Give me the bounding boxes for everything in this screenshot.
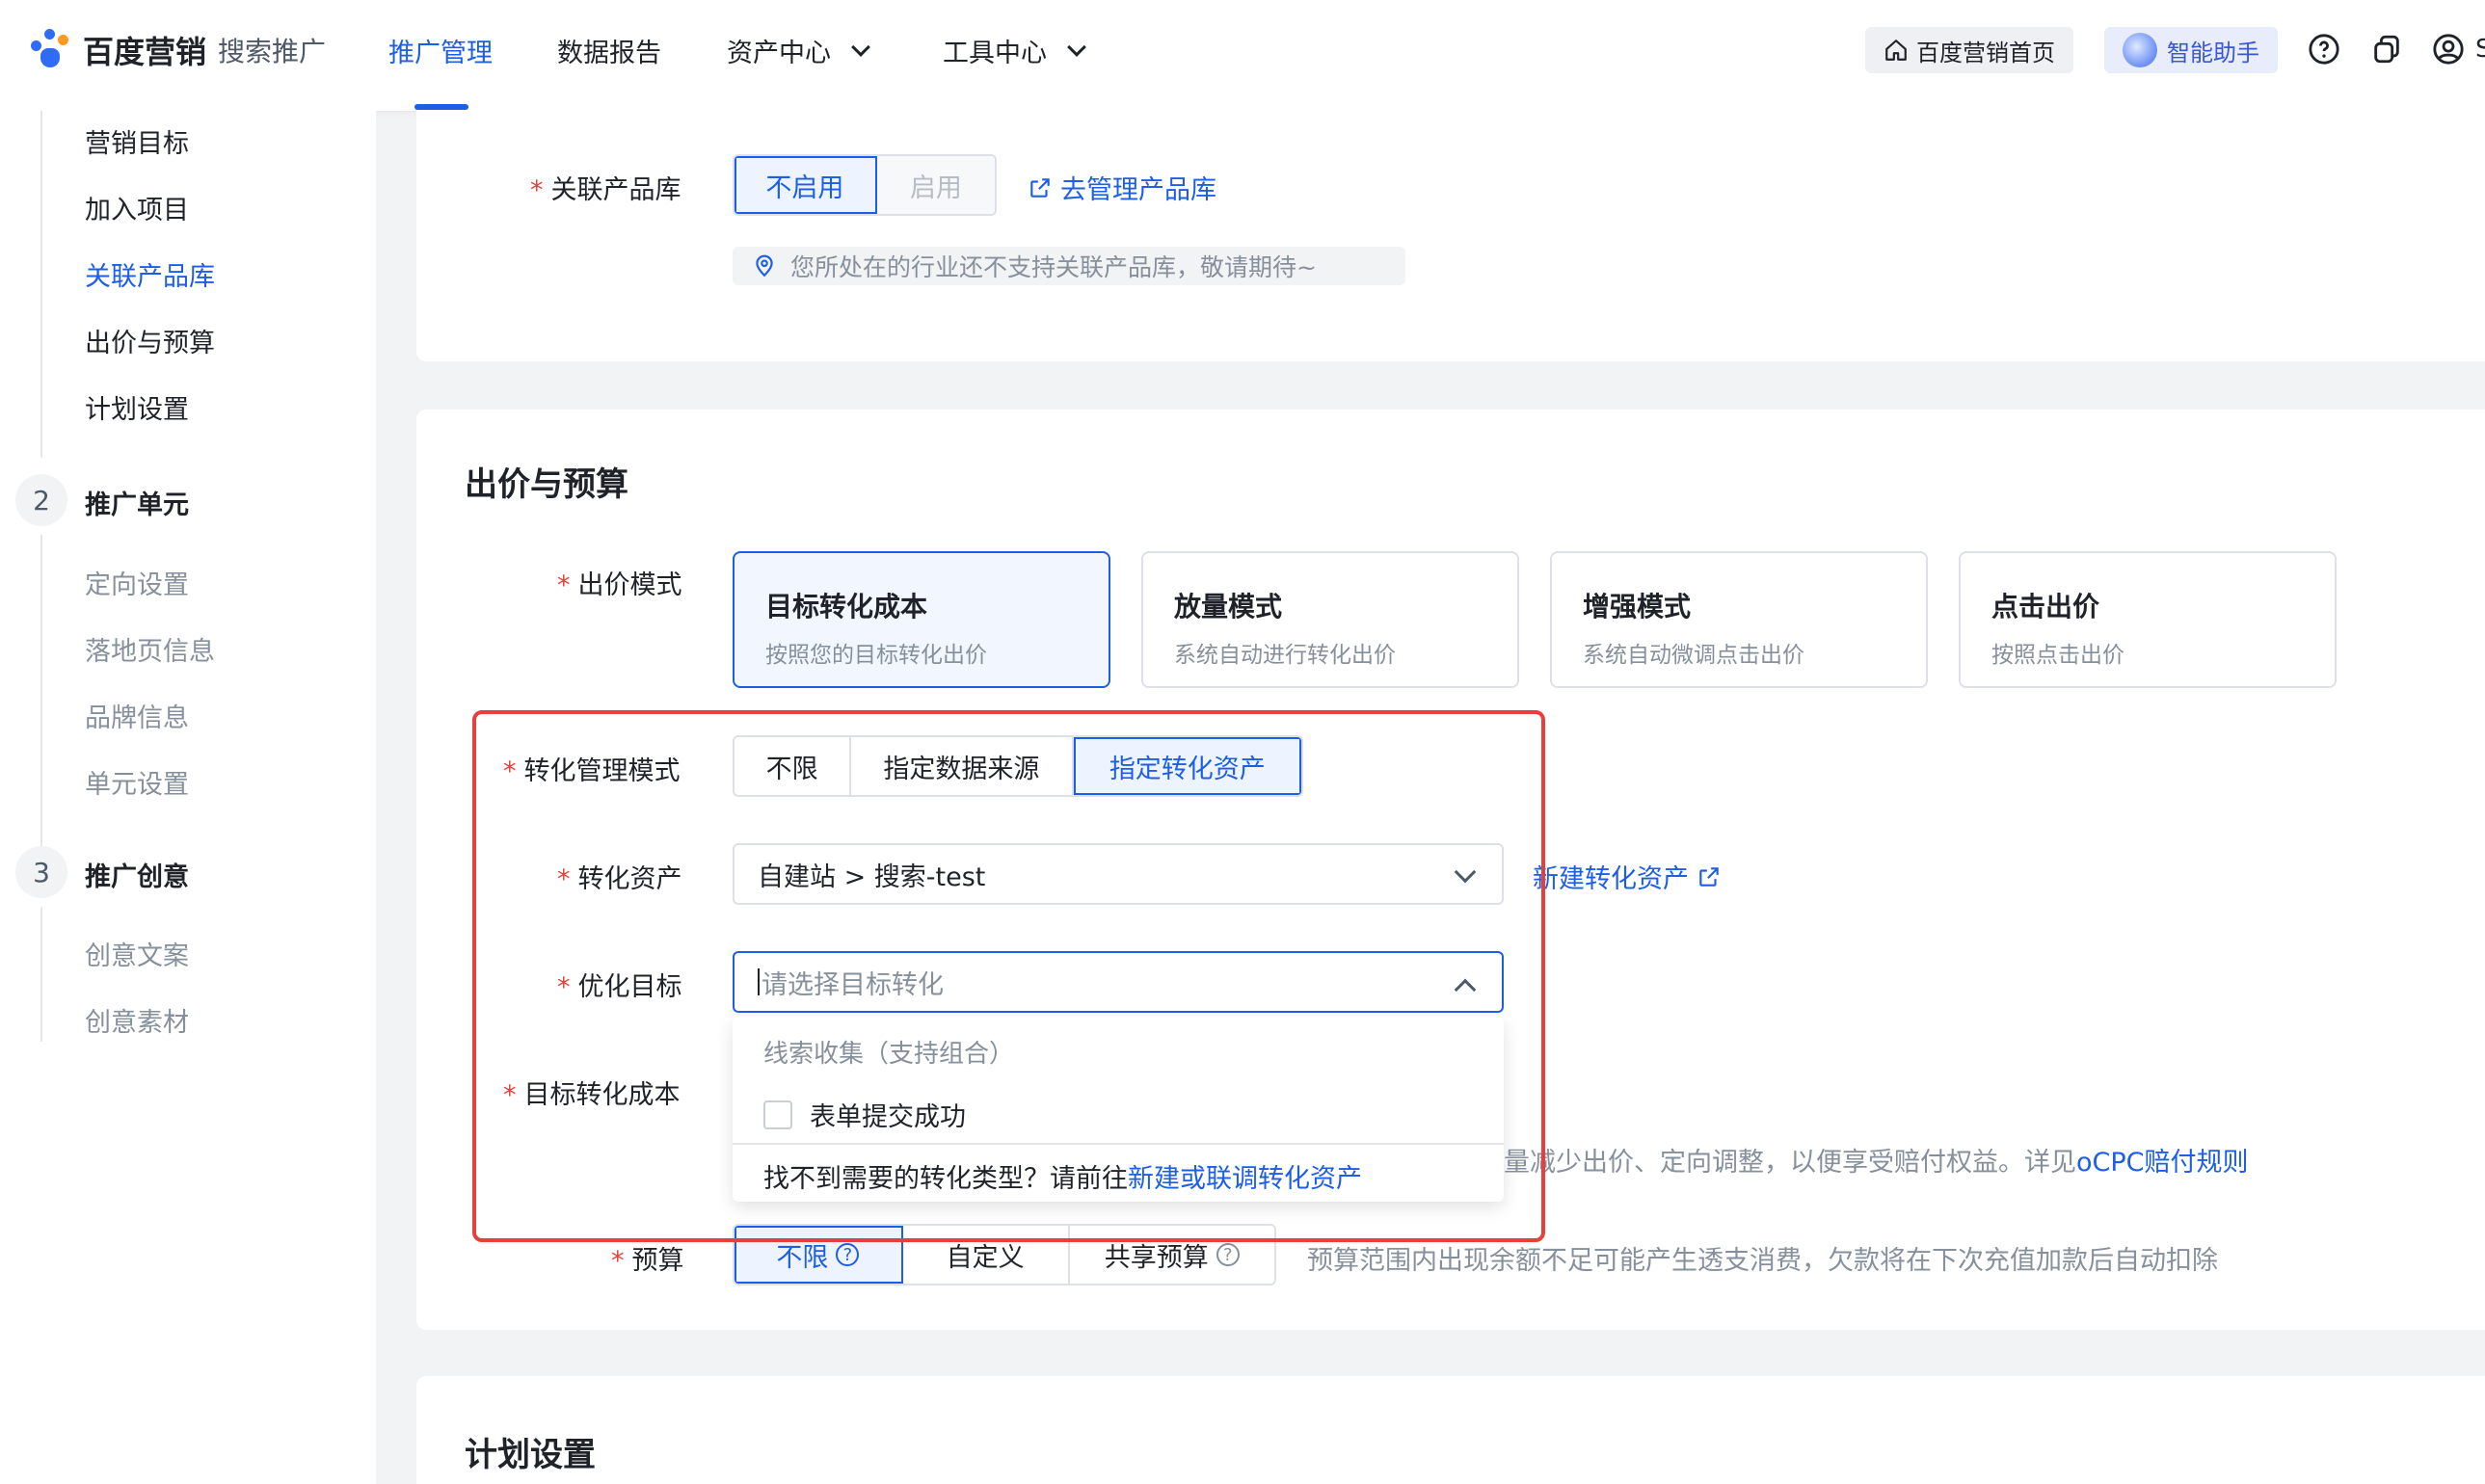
mode-desc: 按照您的目标转化出价 [765, 643, 987, 668]
mode-desc: 按照点击出价 [1991, 643, 2124, 668]
bid-mode-enhanced[interactable]: 增强模式 系统自动微调点击出价 [1550, 551, 1928, 688]
budget-label: * 预算 [611, 1246, 684, 1276]
sidebar-item-unit-settings[interactable]: 单元设置 [85, 763, 189, 801]
ocpc-compensation-link[interactable]: oCPC赔付规则 [2076, 1148, 2249, 1178]
sidebar-item-marketing-goal[interactable]: 营销目标 [85, 122, 189, 160]
product-library-card [416, 111, 2485, 361]
logo-text: 百度营销 [83, 34, 207, 70]
help-icon[interactable] [2308, 33, 2340, 66]
budget-hint: 预算范围内出现余额不足可能产生透支消费，欠款将在下次充值加款后自动扣除 [1307, 1246, 2218, 1276]
product-library-label: * 关联产品库 [530, 175, 681, 205]
copy-icon[interactable] [2370, 33, 2403, 66]
nav-tool-center[interactable]: 工具中心 [943, 32, 1086, 69]
highlight-annotation-box [472, 710, 1545, 1242]
manage-link-label: 去管理产品库 [1060, 175, 1216, 205]
option-enable[interactable]: 启用 [876, 156, 995, 214]
sidebar-item-plan-settings[interactable]: 计划设置 [85, 388, 189, 426]
new-conversion-asset-link[interactable]: 新建转化资产 [1533, 858, 1722, 895]
mode-title: 目标转化成本 [765, 591, 928, 623]
sidebar-item-targeting[interactable]: 定向设置 [85, 564, 189, 601]
mode-title: 增强模式 [1583, 591, 1692, 623]
top-navbar: 百度营销 搜索推广 推广管理 数据报告 资产中心 工具中心 百度营销首页 智能助… [0, 0, 2485, 111]
sidebar-item-bid-budget[interactable]: 出价与预算 [85, 322, 215, 359]
nav-label: 推广管理 [388, 39, 493, 68]
nav-label: 资产中心 [727, 39, 831, 68]
nav-data-report[interactable]: 数据报告 [557, 32, 661, 69]
baidu-paw-icon [29, 27, 75, 73]
external-link-icon [1030, 177, 1050, 198]
bid-mode-target-cost[interactable]: 目标转化成本 按照您的目标转化出价 [733, 551, 1110, 688]
step-number: 3 [15, 846, 67, 898]
sidebar-item-brand-info[interactable]: 品牌信息 [85, 697, 189, 734]
step-connector [40, 535, 42, 867]
help-icon: ? [1216, 1243, 1240, 1266]
mode-desc: 系统自动进行转化出价 [1174, 643, 1396, 668]
bid-mode-label: * 出价模式 [557, 570, 682, 600]
location-pin-icon [756, 254, 773, 278]
notice-text: 您所处在的行业还不支持关联产品库，敬请期待~ [790, 253, 1317, 281]
nav-promotion-management[interactable]: 推广管理 [388, 32, 493, 69]
mode-title: 点击出价 [1991, 591, 2100, 623]
sidebar-item-add-project[interactable]: 加入项目 [85, 189, 189, 226]
sidebar-item-landing-page[interactable]: 落地页信息 [85, 630, 215, 668]
sidebar-item-creative-material[interactable]: 创意素材 [85, 1001, 189, 1039]
target-cost-hint: 量减少出价、定向调整，以便享受赔付权益。详见oCPC赔付规则 [1504, 1148, 2249, 1178]
help-icon: ? [836, 1243, 860, 1266]
bid-mode-volume[interactable]: 放量模式 系统自动进行转化出价 [1141, 551, 1519, 688]
bid-mode-click[interactable]: 点击出价 按照点击出价 [1959, 551, 2337, 688]
smart-assistant-button[interactable]: 智能助手 [2104, 27, 2278, 73]
plan-settings-card [416, 1376, 2485, 1484]
user-avatar-icon[interactable] [2432, 33, 2465, 66]
logo-subtitle: 搜索推广 [218, 36, 327, 67]
manage-product-library-link[interactable]: 去管理产品库 [1028, 169, 1216, 206]
step-number: 2 [15, 474, 67, 526]
product-library-toggle: 不启用 启用 [733, 154, 997, 216]
step-connector [40, 907, 42, 1042]
logo[interactable]: 百度营销 搜索推广 [29, 27, 326, 73]
chevron-down-icon [851, 37, 870, 57]
home-label: 百度营销首页 [1916, 39, 2055, 66]
nav-label: 数据报告 [557, 39, 661, 68]
option-disable[interactable]: 不启用 [735, 156, 877, 214]
nav-label: 工具中心 [943, 39, 1047, 68]
section-title-plan-settings: 计划设置 [465, 1436, 596, 1474]
mode-desc: 系统自动微调点击出价 [1583, 643, 1804, 668]
active-nav-indicator [414, 104, 468, 110]
sidebar-step-creative[interactable]: 推广创意 [85, 856, 189, 893]
step-connector [40, 111, 42, 458]
user-name-truncated[interactable]: S [2475, 35, 2485, 64]
sidebar-item-product-library[interactable]: 关联产品库 [85, 255, 215, 293]
assistant-label: 智能助手 [2167, 39, 2259, 66]
external-link-icon [1699, 866, 1719, 887]
link-label: 新建转化资产 [1533, 864, 1689, 894]
chevron-down-icon [1067, 37, 1086, 57]
home-button[interactable]: 百度营销首页 [1865, 27, 2073, 73]
home-icon [1885, 40, 1907, 61]
assistant-orb-icon [2123, 33, 2157, 67]
sidebar: 营销目标 加入项目 关联产品库 出价与预算 计划设置 2 推广单元 定向设置 落… [0, 111, 376, 1484]
mode-title: 放量模式 [1174, 591, 1283, 623]
section-title-bid-budget: 出价与预算 [465, 465, 628, 504]
sidebar-item-creative-copy[interactable]: 创意文案 [85, 935, 189, 972]
industry-notice: 您所处在的行业还不支持关联产品库，敬请期待~ [733, 247, 1405, 285]
sidebar-step-ad-unit[interactable]: 推广单元 [85, 484, 189, 521]
nav-asset-center[interactable]: 资产中心 [727, 32, 870, 69]
